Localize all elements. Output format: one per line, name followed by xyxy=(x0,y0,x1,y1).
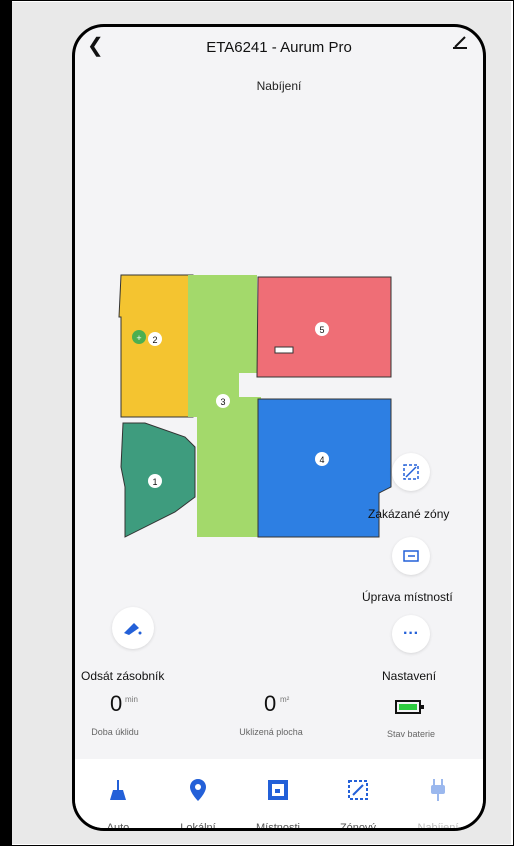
forbidden-zone-icon xyxy=(403,464,419,480)
svg-text:+: + xyxy=(136,333,141,343)
room-label-4: 4 xyxy=(319,455,324,465)
tab-zone[interactable]: Zónový xyxy=(318,759,398,831)
tab-rooms-label: Místnosti xyxy=(255,822,300,831)
phone-screen: ❮ ETA6241 - Aurum Pro Nabíjení + 2 3 5 4… xyxy=(72,24,486,831)
plug-icon xyxy=(431,779,445,801)
clean-time-unit: min xyxy=(125,695,138,704)
tab-rooms[interactable]: Místnosti xyxy=(238,759,318,831)
room-edit-icon xyxy=(403,550,419,562)
settings-button[interactable]: ··· xyxy=(392,615,430,653)
broom-icon xyxy=(124,623,142,635)
cleaned-area-label: Uklizená plocha xyxy=(239,727,303,737)
room-2[interactable] xyxy=(118,274,194,418)
obstacle-marker xyxy=(274,346,294,354)
location-pin-icon xyxy=(190,779,206,801)
settings-label: Nastavení xyxy=(382,669,437,683)
forbidden-zones-button[interactable] xyxy=(392,453,430,491)
more-icon: ··· xyxy=(403,625,419,642)
tab-charging[interactable]: Nabíjení xyxy=(398,759,478,828)
cleaned-area-value: 0 xyxy=(264,691,277,716)
room-edit-label: Úprava místností xyxy=(362,590,453,604)
forbidden-zones-label: Zakázané zóny xyxy=(368,507,450,521)
tab-auto[interactable]: Auto xyxy=(78,759,158,828)
tab-local-label: Lokální xyxy=(180,822,216,831)
clean-time-label: Doba úklidu xyxy=(91,727,139,737)
room-label-1: 1 xyxy=(152,477,157,487)
bottom-tab-bar: Auto Lokální Místnosti Zónový Nabíjení xyxy=(75,759,483,831)
clean-time-value: 0 xyxy=(110,691,123,716)
broom-icon xyxy=(110,780,126,800)
room-label-5: 5 xyxy=(319,325,324,335)
tab-zone-label: Zónový xyxy=(339,822,377,831)
zone-icon xyxy=(348,780,368,800)
battery-label: Stav baterie xyxy=(386,729,436,739)
room-edit-button[interactable] xyxy=(392,537,430,575)
empty-bin-label: Odsát zásobník xyxy=(81,669,165,683)
room-icon xyxy=(268,780,288,800)
empty-bin-button[interactable] xyxy=(112,607,154,649)
tab-local[interactable]: Lokální xyxy=(158,759,238,831)
cleaned-area-unit: m² xyxy=(280,695,290,704)
room-label-3: 3 xyxy=(220,397,225,407)
room-label-2: 2 xyxy=(152,335,157,345)
battery-icon xyxy=(395,699,425,720)
